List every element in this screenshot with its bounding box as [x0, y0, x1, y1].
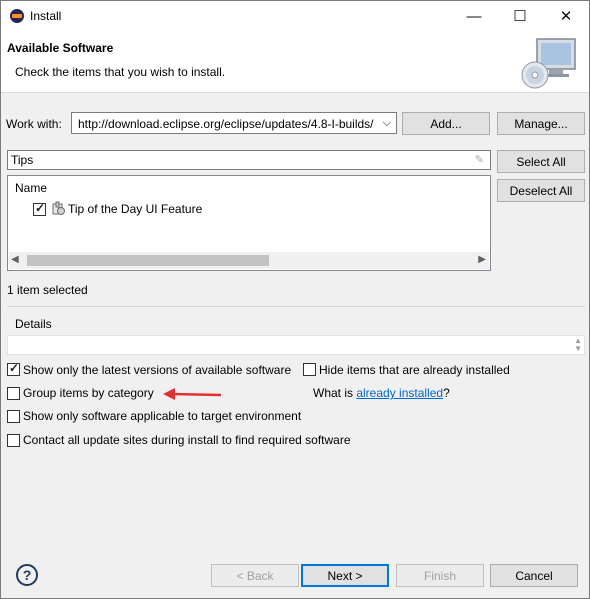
scroll-right-icon[interactable]: ▶: [478, 254, 486, 265]
red-arrow-annotation: [163, 388, 222, 400]
separator: [7, 306, 585, 307]
window-title: Install: [30, 9, 62, 23]
show-latest-checkbox[interactable]: [7, 361, 20, 376]
feature-icon: [52, 201, 65, 215]
filter-input[interactable]: Tips ✎: [7, 150, 491, 170]
show-latest-label[interactable]: Show only the latest versions of availab…: [23, 363, 291, 377]
already-installed-link[interactable]: already installed: [356, 386, 443, 400]
maximize-button[interactable]: ☐: [497, 1, 543, 31]
back-button[interactable]: < Back: [211, 564, 299, 587]
show-applicable-label[interactable]: Show only software applicable to target …: [23, 409, 301, 423]
hide-installed-checkbox[interactable]: [303, 363, 316, 376]
deselect-all-button[interactable]: Deselect All: [497, 179, 585, 202]
hide-installed-label[interactable]: Hide items that are already installed: [319, 363, 510, 377]
help-icon[interactable]: ?: [16, 564, 38, 586]
next-button[interactable]: Next >: [301, 564, 389, 587]
scrollbar-thumb[interactable]: [27, 255, 269, 266]
contact-sites-label[interactable]: Contact all update sites during install …: [23, 433, 351, 447]
minimize-button[interactable]: —: [451, 1, 497, 31]
add-site-button[interactable]: Add...: [402, 112, 490, 135]
cancel-button[interactable]: Cancel: [490, 564, 578, 587]
details-text-area[interactable]: ▲ ▼: [7, 335, 585, 355]
group-by-category-label[interactable]: Group items by category: [23, 386, 154, 400]
install-dialog: Install — ☐ ✕ Available Software Check t…: [0, 0, 590, 599]
chevron-down-icon[interactable]: ⌵: [383, 117, 391, 130]
work-with-label: Work with:: [6, 117, 62, 131]
title-bar: Install — ☐ ✕: [1, 1, 589, 31]
select-all-button[interactable]: Select All: [497, 150, 585, 173]
clear-filter-icon[interactable]: ✎: [475, 153, 484, 166]
what-is-prefix: What is: [313, 386, 357, 400]
selection-status: 1 item selected: [7, 283, 88, 297]
close-button[interactable]: ✕: [543, 1, 589, 31]
eclipse-icon: [10, 9, 24, 23]
horizontal-scrollbar[interactable]: ◀ ▶: [9, 252, 489, 269]
page-title: Available Software: [7, 41, 114, 55]
contact-sites-checkbox[interactable]: [7, 434, 20, 447]
tree-item-checkbox[interactable]: [33, 201, 46, 216]
work-with-value: http://download.eclipse.org/eclipse/upda…: [78, 117, 374, 131]
tree-item-label: Tip of the Day UI Feature: [68, 202, 203, 216]
show-applicable-checkbox[interactable]: [7, 410, 20, 423]
finish-button[interactable]: Finish: [396, 564, 484, 587]
group-by-category-checkbox[interactable]: [7, 387, 20, 400]
page-description: Check the items that you wish to install…: [15, 65, 226, 79]
manage-sites-button[interactable]: Manage...: [497, 112, 585, 135]
name-column-header[interactable]: Name: [15, 181, 47, 195]
details-scroll-arrows[interactable]: ▲ ▼: [574, 337, 582, 353]
filter-value: Tips: [11, 153, 34, 167]
details-label: Details: [15, 317, 52, 331]
what-is-suffix: ?: [443, 386, 450, 400]
wizard-header: Available Software Check the items that …: [1, 31, 589, 93]
install-wizard-icon: [521, 38, 576, 89]
work-with-combo[interactable]: http://download.eclipse.org/eclipse/upda…: [71, 112, 397, 134]
what-is-installed-text: What is already installed?: [313, 386, 450, 400]
scroll-left-icon[interactable]: ◀: [11, 254, 19, 265]
software-tree[interactable]: Name Tip of the Day UI Feature ◀ ▶: [7, 175, 491, 271]
